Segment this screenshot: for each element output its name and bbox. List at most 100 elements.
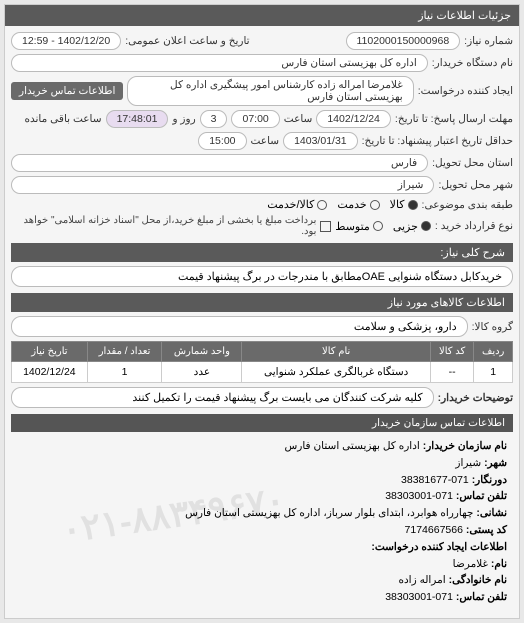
cfamily-label: نام خانوادگی:: [449, 574, 507, 586]
creator-value: غلامرضا امراله زاده کارشناس امور پیشگیری…: [127, 76, 413, 106]
radio-medium[interactable]: متوسط: [335, 220, 383, 233]
deadline-label: مهلت ارسال پاسخ: تا تاریخ:: [395, 113, 513, 125]
cname-value: غلامرضا: [453, 558, 488, 570]
panel-body: شماره نیاز: 1102000150000968 تاریخ و ساع…: [5, 26, 519, 618]
cell-code: --: [430, 362, 473, 383]
radio-dot-icon: [421, 221, 431, 231]
radio-both[interactable]: کالا/خدمت: [267, 198, 327, 211]
buyer-note-label: توضیحات خریدار:: [438, 392, 513, 404]
addr-label: نشانی:: [476, 507, 507, 519]
goods-table: ردیف کد کالا نام کالا واحد شمارش تعداد /…: [11, 341, 513, 383]
buyer-label: نام دستگاه خریدار:: [432, 57, 513, 69]
remaining-value: 17:48:01: [106, 110, 169, 128]
row-buyer: نام دستگاه خریدار: اداره کل بهزیستی استا…: [11, 54, 513, 72]
deadline-time-label: ساعت: [284, 113, 313, 125]
cell-date: 1402/12/24: [12, 362, 88, 383]
addr-value: چهارراه هوابرد، ابتدای بلوار سرباز، ادار…: [185, 507, 473, 519]
tel-value: 071-38303001: [385, 490, 453, 502]
row-desc: خریدکابل دستگاه شنوایی OAEمطابق با مندرج…: [11, 266, 513, 287]
row-contract-type: نوع قرارداد خرید : جزیی متوسط برداخت مبل…: [11, 215, 513, 237]
creator-section: اطلاعات ایجاد کننده درخواست:: [17, 539, 507, 556]
validity-time: 15:00: [198, 132, 246, 150]
city-label: شهر محل تحویل:: [438, 179, 513, 191]
radio-minor[interactable]: جزیی: [393, 220, 431, 233]
ctel-value: 071-38303001: [385, 591, 453, 603]
desc-value: خریدکابل دستگاه شنوایی OAEمطابق با مندرج…: [11, 266, 513, 287]
radio-dot-icon: [373, 221, 383, 231]
row-category: طبقه بندی موضوعی: کالا خدمت کالا/خدمت: [11, 198, 513, 211]
city-value: شیراز: [11, 176, 434, 194]
row-goods-group: گروه کالا: دارو، پزشکی و سلامت: [11, 316, 513, 337]
req-no-label: شماره نیاز:: [464, 35, 513, 47]
panel-title: جزئیات اطلاعات نیاز: [5, 5, 519, 26]
goods-group-label: گروه کالا:: [472, 321, 513, 333]
desc-label: شرح کلی نیاز:: [440, 247, 505, 259]
deadline-time: 07:00: [231, 110, 279, 128]
contract-radios: جزیی متوسط: [335, 220, 431, 233]
org-value: اداره کل بهزیستی استان فارس: [284, 440, 419, 452]
radio-both-label: کالا/خدمت: [267, 198, 314, 211]
buyer-note-value: کلیه شرکت کنندگان می بایست برگ پیشنهاد ق…: [11, 387, 434, 408]
row-buyer-note: توضیحات خریدار: کلیه شرکت کنندگان می بای…: [11, 387, 513, 408]
cell-qty: 1: [87, 362, 162, 383]
th-row: ردیف: [474, 342, 513, 362]
radio-service-label: خدمت: [337, 198, 366, 211]
row-validity: حداقل تاریخ اعتبار پیشنهاد: تا تاریخ: 14…: [11, 132, 513, 150]
remaining-label: ساعت باقی مانده: [25, 113, 102, 125]
validity-time-label: ساعت: [251, 135, 280, 147]
goods-section-header: اطلاعات کالاهای مورد نیاز: [11, 293, 513, 312]
radio-dot-icon: [370, 200, 380, 210]
post-label: کد پستی:: [466, 524, 507, 536]
deadline-days-label: روز و: [172, 113, 195, 125]
row-deadline: مهلت ارسال پاسخ: تا تاریخ: 1402/12/24 سا…: [11, 110, 513, 128]
deadline-date: 1402/12/24: [316, 110, 391, 128]
req-no-value: 1102000150000968: [346, 32, 461, 50]
cell-row: 1: [474, 362, 513, 383]
row-province: استان محل تحویل: فارس: [11, 154, 513, 172]
details-panel: جزئیات اطلاعات نیاز شماره نیاز: 11020001…: [4, 4, 520, 619]
th-qty: تعداد / مقدار: [87, 342, 162, 362]
radio-minor-label: جزیی: [393, 220, 418, 233]
category-label: طبقه بندی موضوعی:: [422, 199, 513, 211]
validity-label: حداقل تاریخ اعتبار پیشنهاد: تا تاریخ:: [362, 135, 513, 147]
table-header-row: ردیف کد کالا نام کالا واحد شمارش تعداد /…: [12, 342, 513, 362]
ccity-value: شیراز: [455, 457, 481, 469]
buyer-value: اداره کل بهزیستی استان فارس: [11, 54, 428, 72]
fax-label: دورنگار:: [472, 474, 507, 486]
cname-label: نام:: [491, 558, 507, 570]
th-date: تاریخ نیاز: [12, 342, 88, 362]
cell-unit: عدد: [162, 362, 242, 383]
announce-label: تاریخ و ساعت اعلان عمومی:: [125, 35, 249, 47]
radio-dot-icon: [317, 200, 327, 210]
org-label: نام سازمان خریدار:: [423, 440, 507, 452]
radio-goods[interactable]: کالا: [390, 198, 418, 211]
contact-block: ۰۲۱-۸۸۳۴۹۶۷۰ نام سازمان خریدار: اداره کل…: [11, 432, 513, 612]
validity-date: 1403/01/31: [283, 132, 358, 150]
table-row[interactable]: 1 -- دستگاه غربالگری عملکرد شنوایی عدد 1…: [12, 362, 513, 383]
radio-service[interactable]: خدمت: [337, 198, 379, 211]
th-code: کد کالا: [430, 342, 473, 362]
th-unit: واحد شمارش: [162, 342, 242, 362]
fax-value: 071-38381677: [401, 474, 469, 486]
row-req-no: شماره نیاز: 1102000150000968 تاریخ و ساع…: [11, 32, 513, 50]
goods-group-value: دارو، پزشکی و سلامت: [11, 316, 468, 337]
treasury-checkbox[interactable]: [320, 221, 331, 232]
deadline-days: 3: [200, 110, 228, 128]
ctel-label: تلفن تماس:: [456, 591, 507, 603]
cell-name: دستگاه غربالگری عملکرد شنوایی: [242, 362, 431, 383]
row-city: شهر محل تحویل: شیراز: [11, 176, 513, 194]
tel-label: تلفن تماس:: [456, 490, 507, 502]
buyer-contact-button[interactable]: اطلاعات تماس خریدار: [11, 82, 123, 100]
need-desc-header: شرح کلی نیاز:: [11, 243, 513, 262]
th-name: نام کالا: [242, 342, 431, 362]
ccity-label: شهر:: [484, 457, 507, 469]
radio-goods-label: کالا: [390, 198, 405, 211]
radio-dot-icon: [408, 200, 418, 210]
cfamily-value: امراله زاده: [398, 574, 445, 586]
creator-label: ایجاد کننده درخواست:: [418, 85, 513, 97]
post-value: 7174667566: [405, 524, 463, 536]
contract-label: نوع قرارداد خرید :: [435, 220, 513, 232]
row-creator: ایجاد کننده درخواست: غلامرضا امراله زاده…: [11, 76, 513, 106]
announce-value: 1402/12/20 - 12:59: [11, 32, 121, 50]
province-value: فارس: [11, 154, 428, 172]
